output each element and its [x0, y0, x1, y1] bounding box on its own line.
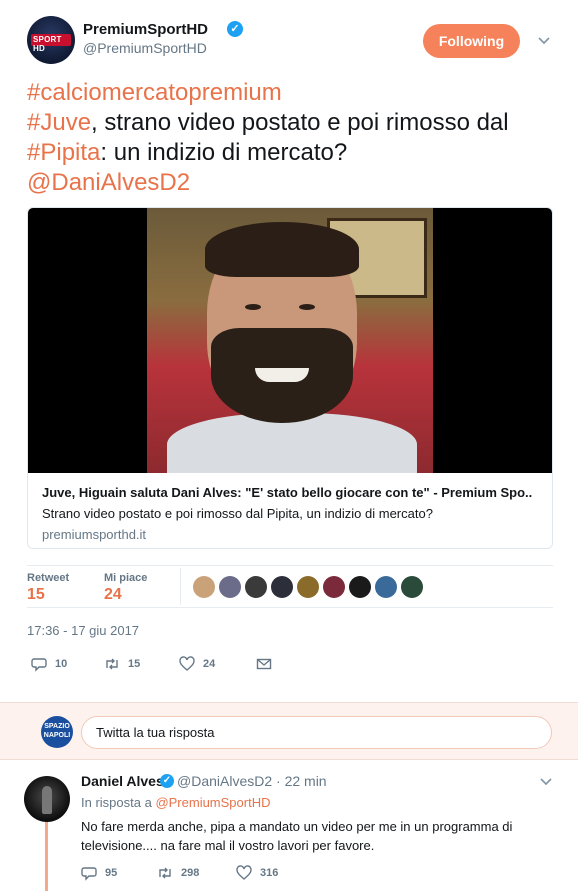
- hashtag-link[interactable]: #Pipita: [27, 139, 100, 166]
- liker-avatar[interactable]: [245, 576, 267, 598]
- likes-stat-count: 24: [104, 586, 122, 603]
- liker-avatar[interactable]: [349, 576, 371, 598]
- likes-stat-label: Mi piace: [104, 572, 148, 584]
- tweet-text: #calciomercatopremium #Juve, strano vide…: [27, 78, 557, 198]
- in-reply-to: In risposta a @PremiumSportHD: [81, 795, 271, 810]
- person-eye: [245, 304, 261, 310]
- composer-avatar-text: NAPOLI: [43, 732, 71, 739]
- tweet-stats: Retweet 15 Mi piace 24: [27, 565, 553, 608]
- chevron-down-icon[interactable]: [538, 32, 550, 48]
- like-count: 24: [203, 658, 216, 670]
- tweet-header: SPORT HD PremiumSportHD ✓ @PremiumSportH…: [0, 0, 578, 72]
- tweet-actions: 10 15 24: [27, 655, 327, 675]
- avatar[interactable]: SPORT HD: [27, 16, 75, 64]
- reply-composer: SPAZIO NAPOLI: [0, 702, 578, 760]
- retweet-icon: [106, 658, 118, 670]
- retweet-stat[interactable]: Retweet 15: [27, 572, 69, 604]
- reply-icon: [81, 867, 97, 881]
- display-name[interactable]: PremiumSportHD: [83, 21, 208, 38]
- liker-avatar[interactable]: [297, 576, 319, 598]
- liker-avatar[interactable]: [375, 576, 397, 598]
- person-smile: [255, 368, 309, 382]
- card-description: Strano video postato e poi rimosso dal P…: [42, 506, 433, 521]
- reply-count: 95: [105, 867, 118, 879]
- envelope-icon: [256, 658, 272, 670]
- video-frame: [147, 208, 433, 473]
- liker-avatar[interactable]: [401, 576, 423, 598]
- retweet-count: 298: [181, 867, 200, 879]
- following-button[interactable]: Following: [423, 24, 520, 58]
- reply-icon: [31, 658, 47, 672]
- mention-link[interactable]: @DaniAlvesD2: [27, 169, 190, 196]
- person-hair: [205, 222, 359, 277]
- reply-actions: 95 298 316: [81, 864, 381, 884]
- reply-display-name[interactable]: Daniel Alves: [81, 773, 164, 789]
- avatar-figure: [42, 786, 52, 814]
- retweet-button[interactable]: 15: [104, 655, 140, 673]
- composer-avatar: SPAZIO NAPOLI: [41, 716, 73, 748]
- link-card[interactable]: Juve, Higuain saluta Dani Alves: "E' sta…: [27, 207, 553, 549]
- like-button[interactable]: 316: [236, 864, 278, 882]
- tweet-text-segment: : un indizio di mercato?: [100, 139, 348, 166]
- liker-avatar[interactable]: [193, 576, 215, 598]
- likers-avatars: [193, 576, 427, 600]
- retweet-stat-label: Retweet: [27, 572, 70, 584]
- in-reply-prefix: In risposta a: [81, 795, 156, 810]
- reply-button[interactable]: 10: [31, 655, 67, 673]
- liker-avatar[interactable]: [271, 576, 293, 598]
- reply-tweet[interactable]: Daniel Alves ✓ @DaniAlvesD2 · 22 min In …: [0, 760, 578, 891]
- liker-avatar[interactable]: [219, 576, 241, 598]
- verified-badge-icon: ✓: [227, 21, 243, 37]
- reply-button[interactable]: 95: [81, 864, 117, 882]
- card-domain: premiumsporthd.it: [42, 527, 147, 542]
- verified-badge-icon: ✓: [160, 774, 174, 788]
- reply-input[interactable]: [81, 716, 552, 749]
- card-title[interactable]: Juve, Higuain saluta Dani Alves: "E' sta…: [42, 485, 540, 500]
- person-eye: [299, 304, 315, 310]
- reply-text: No fare merda anche, pipa a mandato un v…: [81, 819, 513, 853]
- avatar-logo-text: SPORT HD: [33, 35, 62, 53]
- retweet-icon: [159, 867, 171, 879]
- heart-icon: [179, 656, 195, 671]
- thread-line: [45, 816, 48, 891]
- reply-count: 10: [55, 658, 68, 670]
- retweet-button[interactable]: 298: [157, 864, 199, 882]
- liker-avatar[interactable]: [323, 576, 345, 598]
- tweet-text-segment: , strano video postato e poi rimosso dal: [91, 109, 509, 136]
- tweet-timestamp[interactable]: 17:36 - 17 giu 2017: [27, 623, 139, 638]
- direct-message-button[interactable]: [256, 655, 272, 673]
- retweet-stat-count: 15: [27, 586, 45, 603]
- retweet-count: 15: [128, 658, 141, 670]
- card-video-thumbnail[interactable]: [28, 208, 552, 473]
- like-count: 316: [260, 867, 279, 879]
- like-button[interactable]: 24: [179, 655, 215, 673]
- heart-icon: [236, 865, 252, 880]
- divider: [180, 568, 181, 605]
- user-handle[interactable]: @PremiumSportHD: [83, 40, 207, 56]
- reply-handle-time[interactable]: @DaniAlvesD2 · 22 min: [177, 773, 327, 789]
- likes-stat[interactable]: Mi piace 24: [104, 572, 147, 604]
- hashtag-link[interactable]: #calciomercatopremium: [27, 79, 282, 106]
- hashtag-link[interactable]: #Juve: [27, 109, 91, 136]
- card-body: Juve, Higuain saluta Dani Alves: "E' sta…: [28, 473, 552, 548]
- composer-avatar-text: SPAZIO: [44, 723, 70, 730]
- mention-link[interactable]: @PremiumSportHD: [155, 795, 270, 810]
- chevron-down-icon[interactable]: [540, 774, 552, 789]
- reply-avatar[interactable]: [24, 776, 70, 822]
